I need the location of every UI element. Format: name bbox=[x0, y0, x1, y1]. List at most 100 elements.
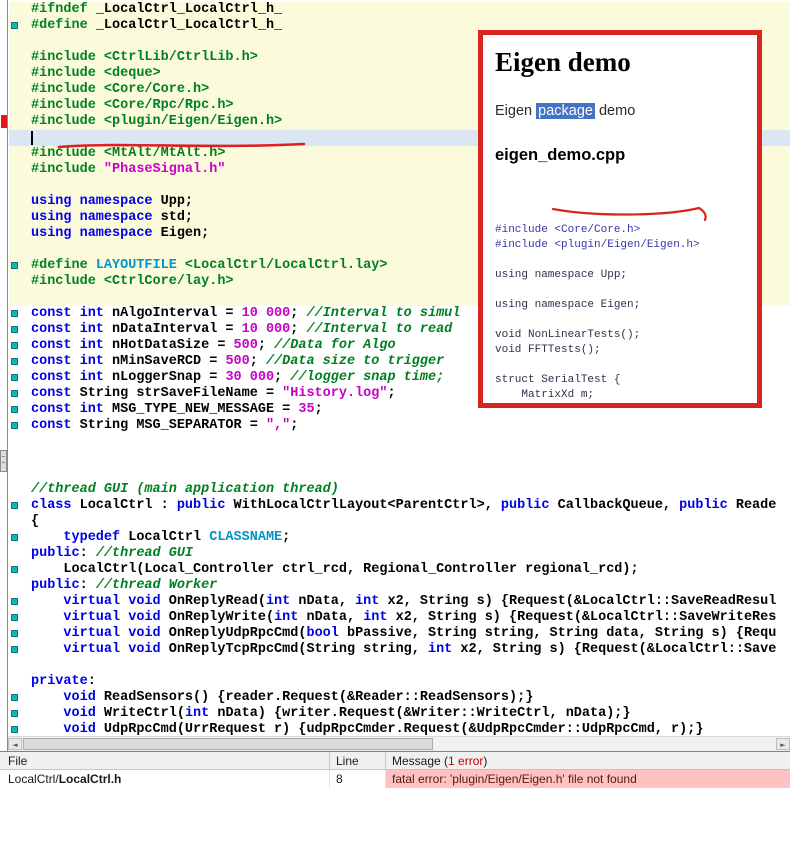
code-line bbox=[495, 358, 745, 373]
edited-line-marker bbox=[11, 502, 18, 509]
code-line[interactable]: virtual void OnReplyTcpRpcCmd(String str… bbox=[9, 642, 790, 658]
eigen-demo-overlay: Eigen demo Eigen package demo eigen_demo… bbox=[478, 30, 762, 408]
edited-line-marker bbox=[11, 614, 18, 621]
code-text: #include <plugin/Eigen/Eigen.h> bbox=[495, 239, 700, 251]
subtitle-text: demo bbox=[595, 103, 635, 119]
code-token: nHotDataSize = bbox=[112, 338, 234, 353]
code-token: nMinSaveRCD = bbox=[112, 354, 225, 369]
code-token: 30 000 bbox=[225, 370, 274, 385]
code-line[interactable]: typedef LocalCtrl CLASSNAME; bbox=[9, 530, 790, 546]
code-token: OnReplyWrite( bbox=[169, 610, 274, 625]
code-token: Upp; bbox=[161, 194, 193, 209]
code-token: nLoggerSnap = bbox=[112, 370, 225, 385]
code-token: using namespace Upp; bbox=[495, 269, 627, 281]
scroll-right-button[interactable]: ► bbox=[776, 738, 790, 750]
code-token: using namespace bbox=[31, 226, 161, 241]
code-token: OnReplyRead( bbox=[169, 594, 266, 609]
code-text: virtual void OnReplyTcpRpcCmd(String str… bbox=[31, 642, 776, 658]
edited-line-marker bbox=[11, 422, 18, 429]
code-token: #include <plugin/Eigen/Eigen.h> bbox=[495, 239, 700, 251]
error-file-name: LocalCtrl.h bbox=[59, 772, 122, 786]
code-token: ; bbox=[282, 530, 290, 545]
code-line[interactable] bbox=[9, 434, 790, 450]
edited-line-marker bbox=[11, 310, 18, 317]
left-rail bbox=[0, 0, 8, 751]
code-text: const String MSG_SEPARATOR = ","; bbox=[31, 418, 298, 434]
edited-line-marker bbox=[11, 406, 18, 413]
code-token: virtual void bbox=[63, 594, 168, 609]
code-token bbox=[31, 706, 63, 721]
code-line[interactable] bbox=[9, 466, 790, 482]
code-line[interactable]: #ifndef _LocalCtrl_LocalCtrl_h_ bbox=[9, 2, 790, 18]
code-token: ; bbox=[250, 354, 266, 369]
code-line[interactable]: virtual void OnReplyWrite(int nData, int… bbox=[9, 610, 790, 626]
code-line[interactable]: void ReadSensors() {reader.Request(&Read… bbox=[9, 690, 790, 706]
code-token: String strSaveFileName = bbox=[80, 386, 283, 401]
code-text: virtual void OnReplyUdpRpcCmd(bool bPass… bbox=[31, 626, 776, 642]
code-token: nAlgoInterval = bbox=[112, 306, 242, 321]
code-text: const int nLoggerSnap = 30 000; //logger… bbox=[31, 370, 444, 386]
code-token: : bbox=[80, 546, 96, 561]
code-line[interactable]: //thread GUI (main application thread) bbox=[9, 482, 790, 498]
edited-line-marker bbox=[11, 358, 18, 365]
code-token: ; bbox=[290, 322, 306, 337]
code-text: const String strSaveFileName = "History.… bbox=[31, 386, 396, 402]
code-token: ; bbox=[315, 402, 323, 417]
column-header-file: File bbox=[0, 752, 330, 769]
code-line[interactable]: void WriteCtrl(int nData) {writer.Reques… bbox=[9, 706, 790, 722]
code-text: using namespace Upp; bbox=[495, 269, 627, 281]
edited-line-marker bbox=[11, 710, 18, 717]
code-text: MatrixXd m; bbox=[495, 389, 594, 401]
code-token: WriteCtrl( bbox=[104, 706, 185, 721]
code-token: bool bbox=[306, 626, 347, 641]
code-text: using namespace Eigen; bbox=[495, 299, 640, 311]
error-count: 1 error bbox=[448, 754, 483, 768]
scroll-left-button[interactable]: ◄ bbox=[8, 738, 22, 750]
code-text: const int nMinSaveRCD = 500; //Data size… bbox=[31, 354, 444, 370]
code-token: 500 bbox=[225, 354, 249, 369]
code-line[interactable]: { bbox=[9, 514, 790, 530]
scrollbar-thumb[interactable] bbox=[23, 738, 433, 750]
code-text: void WriteCtrl(int nData) {writer.Reques… bbox=[31, 706, 631, 722]
code-text: void FFTTests(); bbox=[495, 344, 601, 356]
code-token bbox=[31, 610, 63, 625]
code-line[interactable]: const String MSG_SEPARATOR = ","; bbox=[9, 418, 790, 434]
code-token: class bbox=[31, 498, 80, 513]
code-line[interactable]: public: //thread Worker bbox=[9, 578, 790, 594]
message-header-text: ) bbox=[483, 754, 487, 768]
code-line bbox=[495, 313, 745, 328]
error-row[interactable]: LocalCtrl/LocalCtrl.h 8 fatal error: 'pl… bbox=[0, 770, 790, 788]
code-line: #include <Core/Core.h> bbox=[495, 223, 745, 238]
code-token: x2, String s) {Request(&LocalCtrl::SaveR… bbox=[387, 594, 776, 609]
code-text: void ReadSensors() {reader.Request(&Read… bbox=[31, 690, 533, 706]
edited-line-marker bbox=[11, 262, 18, 269]
red-curve-annotation bbox=[551, 205, 711, 223]
code-token: _LocalCtrl_LocalCtrl_h_ bbox=[96, 18, 282, 33]
edited-line-marker bbox=[11, 22, 18, 29]
code-text: LocalCtrl(Local_Controller ctrl_rcd, Reg… bbox=[31, 562, 639, 578]
code-line[interactable]: void UdpRpcCmd(UrrRequest r) {udpRpcCmde… bbox=[9, 722, 790, 736]
code-line[interactable] bbox=[9, 450, 790, 466]
code-line[interactable] bbox=[9, 658, 790, 674]
code-token: LocalCtrl bbox=[128, 530, 209, 545]
code-line[interactable]: public: //thread GUI bbox=[9, 546, 790, 562]
horizontal-scrollbar[interactable]: ◄ ► bbox=[8, 736, 790, 751]
code-line[interactable]: LocalCtrl(Local_Controller ctrl_rcd, Reg… bbox=[9, 562, 790, 578]
code-token: OnReplyUdpRpcCmd( bbox=[169, 626, 307, 641]
code-line bbox=[495, 253, 745, 268]
code-token: CallbackQueue, bbox=[558, 498, 680, 513]
code-line[interactable]: private: bbox=[9, 674, 790, 690]
code-token: UdpRpcCmd(UrrRequest r) {udpRpcCmder.Req… bbox=[104, 722, 704, 736]
code-token: nData, bbox=[306, 610, 363, 625]
code-line[interactable]: class LocalCtrl : public WithLocalCtrlLa… bbox=[9, 498, 790, 514]
code-token: std; bbox=[161, 210, 193, 225]
code-token: int bbox=[185, 706, 217, 721]
code-line[interactable]: virtual void OnReplyUdpRpcCmd(bool bPass… bbox=[9, 626, 790, 642]
code-text: #include <plugin/Eigen/Eigen.h> bbox=[31, 114, 282, 130]
splitter-handle[interactable] bbox=[0, 450, 7, 472]
code-token: #include <MtAlt/MtAlt.h> bbox=[31, 146, 225, 161]
code-line[interactable]: virtual void OnReplyRead(int nData, int … bbox=[9, 594, 790, 610]
code-token: void bbox=[63, 722, 104, 736]
code-token: const bbox=[31, 386, 80, 401]
error-file-dir: LocalCtrl/ bbox=[8, 772, 59, 786]
